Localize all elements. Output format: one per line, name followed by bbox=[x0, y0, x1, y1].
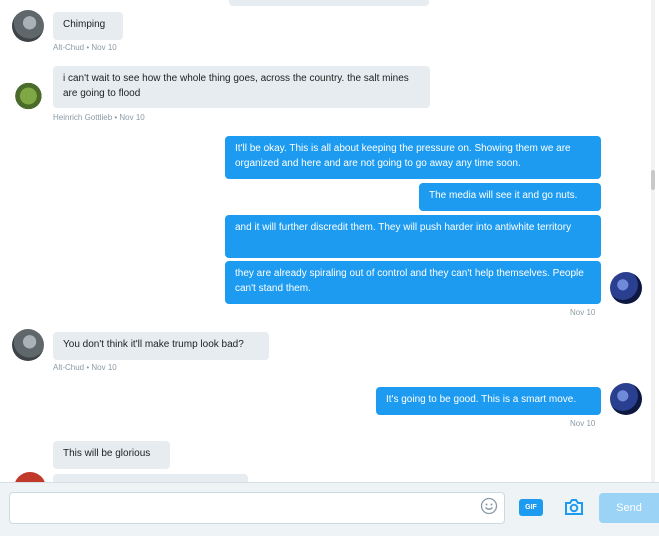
camera-icon[interactable] bbox=[562, 497, 586, 517]
message-composer bbox=[0, 482, 659, 536]
message-bubble-outgoing: and it will further discredit them. They… bbox=[225, 215, 601, 258]
message-bubble-outgoing: It's going to be good. This is a smart m… bbox=[376, 387, 601, 415]
message-meta: Alt-Chud • Nov 10 bbox=[53, 363, 117, 372]
message-bubble-outgoing: they are already spiraling out of contro… bbox=[225, 261, 601, 304]
message-bubble-incoming: This will be glorious bbox=[53, 441, 170, 469]
message-bubble-incoming: Chimping bbox=[53, 12, 123, 40]
message-bubble-partial bbox=[229, 0, 429, 6]
gif-button[interactable]: GIF bbox=[519, 499, 543, 516]
message-bubble-incoming: i can't wait to see how the whole thing … bbox=[53, 66, 430, 108]
scrollbar-thumb[interactable] bbox=[651, 170, 655, 190]
message-bubble-outgoing: The media will see it and go nuts. bbox=[419, 183, 601, 211]
message-thread[interactable]: Chimping Alt-Chud • Nov 10 i can't wait … bbox=[0, 0, 655, 482]
avatar-partial[interactable] bbox=[14, 472, 46, 482]
message-bubble-partial bbox=[53, 474, 248, 482]
avatar-me[interactable] bbox=[610, 272, 642, 304]
send-button[interactable]: Send bbox=[599, 493, 659, 523]
avatar-heinrich-gottlieb[interactable] bbox=[14, 80, 46, 112]
message-meta: Alt-Chud • Nov 10 bbox=[53, 43, 117, 52]
smiley-icon[interactable] bbox=[480, 497, 498, 515]
avatar-alt-chud[interactable] bbox=[12, 329, 44, 361]
avatar-alt-chud[interactable] bbox=[12, 10, 44, 42]
message-bubble-incoming: You don't think it'll make trump look ba… bbox=[53, 332, 269, 360]
message-bubble-outgoing: It'll be okay. This is all about keeping… bbox=[225, 136, 601, 179]
avatar-me[interactable] bbox=[610, 383, 642, 415]
scrollbar[interactable] bbox=[651, 0, 655, 482]
message-input[interactable] bbox=[9, 492, 505, 524]
message-meta: Nov 10 bbox=[570, 419, 596, 428]
message-meta: Heinrich Gottlieb • Nov 10 bbox=[53, 113, 145, 122]
message-meta: Nov 10 bbox=[570, 308, 596, 317]
